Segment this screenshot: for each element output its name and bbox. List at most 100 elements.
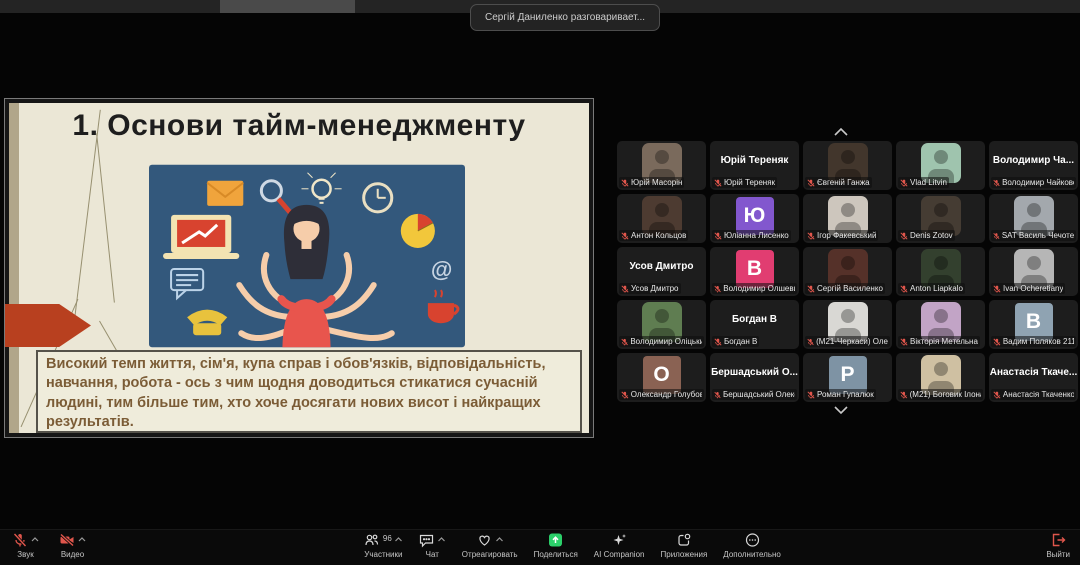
participant-name-bar: Denis Zotov — [898, 230, 955, 241]
participant-tile[interactable]: В Володимир Олшевич — [710, 247, 799, 296]
participant-tile[interactable]: Юрій Масорін — [617, 141, 706, 190]
participant-name-label: Антон Кольцов — [631, 231, 686, 240]
apps-icon — [676, 532, 692, 548]
participant-name-label: Володимир Олшевич — [723, 284, 795, 293]
meeting-toolbar: Звук Видео — [0, 529, 1080, 565]
participant-name-label: Роман Гупалюк — [817, 390, 874, 399]
chat-icon — [419, 532, 435, 548]
slide-left-decoration — [9, 103, 19, 433]
participant-tile[interactable]: Володимир Ча... Володимир Чайковс... — [989, 141, 1078, 190]
pie-chart-icon — [401, 214, 435, 248]
participant-tile[interactable]: Анастасія Ткаче... Анастасія Ткаченко — [989, 353, 1078, 402]
participant-name-bar: Вадим Поляков 211 — [991, 336, 1076, 347]
participant-tile[interactable]: (М21-Черкаси) Олег... — [803, 300, 892, 349]
chat-button-label: Чат — [426, 550, 439, 559]
participant-tile[interactable]: Богдан В Богдан В — [710, 300, 799, 349]
muted-mic-icon — [993, 285, 1001, 293]
video-button-label: Видео — [61, 550, 84, 559]
participant-name-bar: SAT Василь Чечотенко — [991, 230, 1076, 241]
participant-name-bar: Усов Дмитро — [619, 283, 681, 294]
participant-tile[interactable]: Ivan Ocheretiany — [989, 247, 1078, 296]
participant-name-label: Юліанна Лисенко — [724, 231, 789, 240]
participant-name-bar: Роман Гупалюк — [805, 389, 876, 400]
participant-tile[interactable]: Denis Zotov — [896, 194, 985, 243]
participant-tile[interactable]: Ігор Факевський — [803, 194, 892, 243]
participant-name-label: Ivan Ocheretiany — [1003, 284, 1063, 293]
participant-name-label: Володимир Оліцький — [630, 337, 702, 346]
participant-tile[interactable]: Володимир Оліцький — [617, 300, 706, 349]
participants-button-label: Участники — [364, 550, 402, 559]
participant-tile[interactable]: Вікторія Метельна — [896, 300, 985, 349]
participant-name-label: Denis Zotov — [910, 231, 953, 240]
participant-tile[interactable]: Anton Liapkalo — [896, 247, 985, 296]
muted-mic-icon — [714, 285, 721, 293]
participant-tile[interactable]: Усов Дмитро Усов Дмитро — [617, 247, 706, 296]
participants-caret[interactable] — [395, 537, 403, 542]
participant-name-bar: Богдан В — [712, 336, 759, 347]
video-options-caret[interactable] — [78, 537, 86, 542]
at-sign: @ — [431, 257, 453, 282]
audio-button[interactable]: Звук — [12, 532, 39, 559]
envelope-icon — [207, 181, 243, 206]
participant-name-bar: Ivan Ocheretiany — [991, 283, 1065, 294]
ai-companion-button[interactable]: AI Companion — [594, 532, 645, 559]
participant-name-label: Бершадський Олекс... — [723, 390, 795, 399]
chat-caret[interactable] — [438, 537, 446, 542]
muted-mic-icon — [807, 391, 815, 399]
muted-mic-icon — [900, 232, 908, 240]
participant-tile[interactable]: Ю Юліанна Лисенко — [710, 194, 799, 243]
share-button-label: Поделиться — [534, 550, 578, 559]
participant-display-name: Володимир Ча... — [989, 141, 1078, 180]
video-button[interactable]: Видео — [59, 532, 86, 559]
participant-name-bar: Бершадський Олекс... — [712, 389, 797, 400]
apps-button-label: Приложения — [660, 550, 707, 559]
participant-tile[interactable]: Сергій Василенко — [803, 247, 892, 296]
apps-button[interactable]: Приложения — [660, 532, 707, 559]
participant-tile[interactable]: В Вадим Поляков 211 — [989, 300, 1078, 349]
participant-tile[interactable]: О Олександр Голубов — [617, 353, 706, 402]
muted-mic-icon — [621, 391, 629, 399]
participant-tile[interactable]: Юрій Тереняк Юрій Тереняк — [710, 141, 799, 190]
camera-muted-icon — [59, 532, 75, 548]
react-caret[interactable] — [495, 537, 503, 542]
shared-screen: 1. Основи тайм-менеджменту — [4, 98, 594, 438]
participant-name-bar: Євгеній Ганжа — [805, 177, 872, 188]
participant-tile[interactable]: (М21) Боговик Ілона — [896, 353, 985, 402]
muted-mic-icon — [993, 338, 1001, 346]
zoom-meeting-window: Сергій Даниленко разговаривает... 1. Осн… — [0, 0, 1080, 565]
participant-name-bar: Володимир Чайковс... — [991, 177, 1076, 188]
participant-name-label: Олександр Голубов — [631, 390, 702, 399]
muted-mic-icon — [714, 391, 721, 399]
react-button[interactable]: Отреагировать — [462, 532, 518, 559]
muted-mic-icon — [621, 338, 628, 346]
participant-name-bar: Анастасія Ткаченко — [991, 389, 1076, 400]
grass-decoration — [96, 133, 115, 302]
muted-mic-icon — [993, 232, 1000, 240]
chat-button[interactable]: Чат — [419, 532, 446, 559]
muted-mic-icon — [900, 338, 908, 346]
more-icon — [744, 532, 760, 548]
participant-display-name: Усов Дмитро — [617, 247, 706, 286]
participant-tile[interactable]: Р Роман Гупалюк — [803, 353, 892, 402]
mic-muted-icon — [12, 532, 28, 548]
participant-name-bar: (М21-Черкаси) Олег... — [805, 336, 890, 347]
share-button[interactable]: Поделиться — [534, 532, 578, 559]
gallery-scroll-up[interactable] — [832, 126, 850, 138]
leave-button-label: Выйти — [1046, 550, 1070, 559]
participant-tile[interactable]: Vlad Litvin — [896, 141, 985, 190]
audio-options-caret[interactable] — [31, 537, 39, 542]
participant-tile[interactable]: Євгеній Ганжа — [803, 141, 892, 190]
react-button-label: Отреагировать — [462, 550, 518, 559]
gallery-scroll-down[interactable] — [832, 404, 850, 416]
participants-button[interactable]: 96 Участники — [364, 532, 403, 559]
leave-button[interactable]: Выйти — [1046, 532, 1070, 559]
participant-display-name: Бершадський О... — [710, 353, 799, 392]
participant-tile[interactable]: Бершадський О... Бершадський Олекс... — [710, 353, 799, 402]
ai-companion-label: AI Companion — [594, 550, 645, 559]
participant-tile[interactable]: SAT Василь Чечотенко — [989, 194, 1078, 243]
more-button[interactable]: Дополнительно — [723, 532, 781, 559]
muted-mic-icon — [714, 232, 722, 240]
more-button-label: Дополнительно — [723, 550, 781, 559]
participant-tile[interactable]: Антон Кольцов — [617, 194, 706, 243]
participants-count-badge: 96 — [383, 534, 392, 543]
